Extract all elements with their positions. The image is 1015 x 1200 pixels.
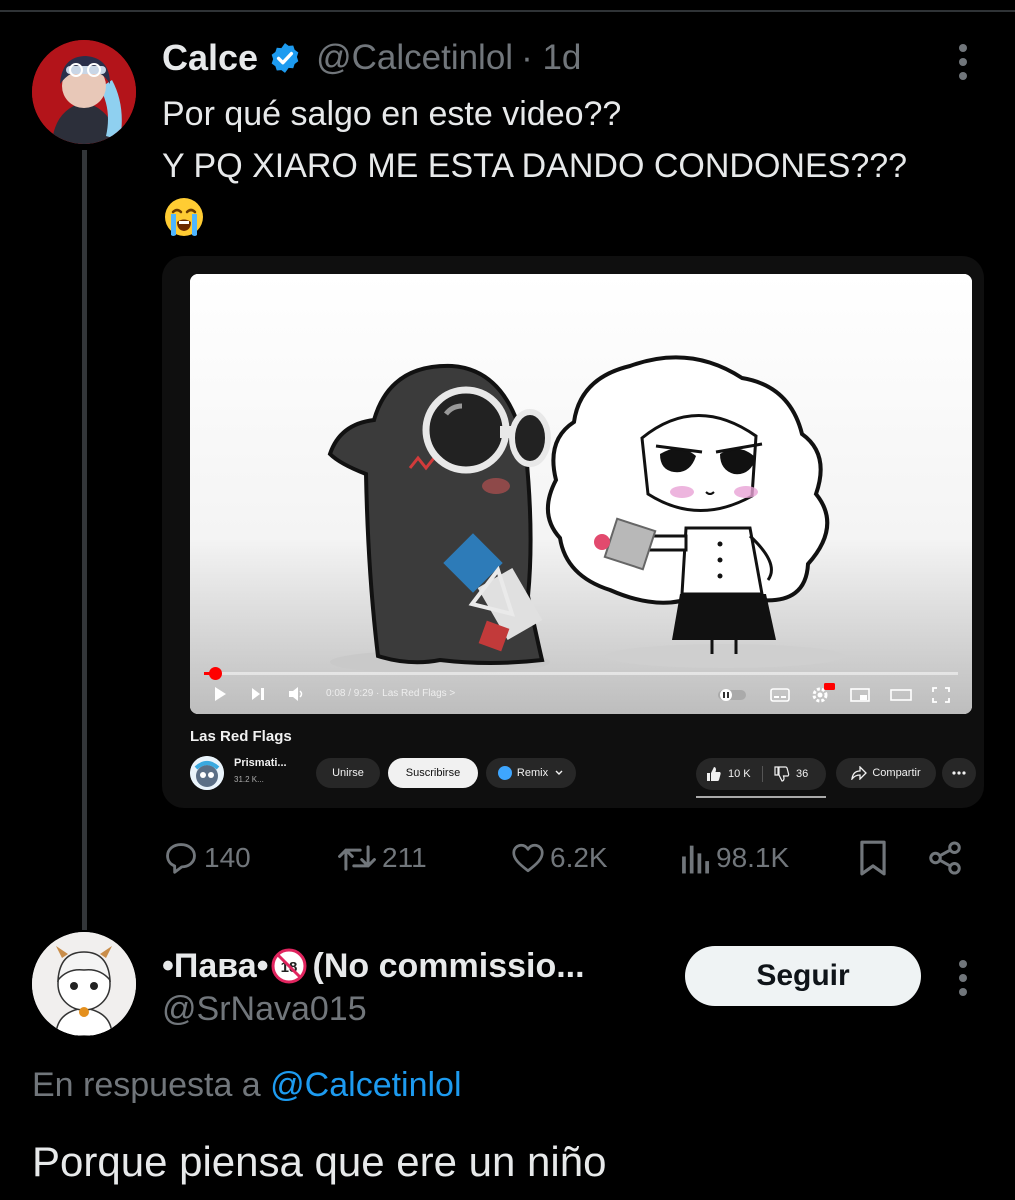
video-chapter-link[interactable]: · Las Red Flags > — [376, 688, 455, 699]
video-progress-bar[interactable] — [204, 667, 958, 680]
repost-count: 211 — [382, 842, 427, 873]
reply-author-display-name[interactable]: •Пава• 18 (No commissio... — [162, 944, 585, 988]
autoplay-toggle-icon[interactable] — [718, 688, 748, 702]
reply-name-suffix: (No commissio... — [312, 946, 585, 985]
no-under-18-emoji-icon: 18 — [271, 948, 307, 984]
bookmark-icon — [860, 840, 886, 876]
tweet-header: Calce @Calcetinlol · 1d — [162, 36, 581, 80]
tweet-text: Por qué salgo en este video?? Y PQ XIARO… — [162, 88, 907, 192]
thumbs-down-icon — [774, 766, 790, 782]
share-button[interactable]: Compartir — [836, 758, 936, 788]
video-time: 0:08 / 9:29 — [326, 688, 374, 699]
tweet-line-2: Y PQ XIARO ME ESTA DANDO CONDONES??? — [162, 147, 908, 185]
thread-connector-line — [82, 150, 87, 930]
chevron-down-icon — [555, 770, 563, 775]
remix-button-label: Remix — [516, 767, 549, 779]
embedded-video-card[interactable]: 0:08 / 9:29 · Las Red Flags > Las Red Fl… — [162, 256, 984, 808]
reply-author-avatar[interactable] — [32, 932, 136, 1036]
reply-more-options-icon[interactable] — [948, 960, 978, 996]
remix-icon — [497, 766, 512, 780]
dislike-count: 36 — [796, 768, 809, 780]
heart-icon — [512, 843, 544, 873]
video-player[interactable]: 0:08 / 9:29 · Las Red Flags > — [190, 274, 972, 714]
channel-avatar[interactable] — [190, 756, 224, 790]
reply-name-prefix: •Пава• — [162, 946, 269, 985]
video-controls: 0:08 / 9:29 · Las Red Flags > — [190, 652, 972, 714]
view-count: 98.1K — [716, 842, 790, 873]
repost-action[interactable]: 211 — [336, 835, 427, 881]
miniplayer-icon[interactable] — [850, 687, 870, 703]
fullscreen-icon[interactable] — [932, 687, 950, 703]
author-avatar[interactable] — [32, 40, 136, 144]
video-title[interactable]: Las Red Flags — [190, 728, 292, 745]
like-button[interactable]: 10 K — [706, 766, 751, 782]
theater-mode-icon[interactable] — [890, 687, 912, 703]
like-count: 10 K — [728, 768, 751, 780]
subtitles-icon[interactable] — [770, 687, 790, 703]
video-time-display: 0:08 / 9:29 · Las Red Flags > — [326, 688, 455, 699]
video-scrubber-handle[interactable] — [209, 667, 223, 680]
more-horizontal-icon — [952, 771, 966, 775]
like-action[interactable]: 6.2K — [510, 835, 608, 881]
tweet-line-1: Por qué salgo en este video?? — [162, 95, 622, 133]
next-video-icon[interactable] — [250, 686, 266, 702]
author-display-name[interactable]: Calce — [162, 37, 258, 79]
author-handle[interactable]: @Calcetinlol — [316, 38, 513, 78]
verified-badge-icon — [271, 43, 299, 73]
like-dislike-group: 10 K 36 — [696, 758, 826, 790]
play-icon[interactable] — [212, 686, 228, 702]
remix-button[interactable]: Remix — [486, 758, 576, 788]
settings-gear-icon[interactable] — [810, 682, 836, 704]
like-divider — [762, 766, 763, 782]
share-arrow-icon — [851, 766, 868, 780]
reply-author-handle[interactable]: @SrNava015 — [162, 990, 367, 1029]
views-action[interactable]: 98.1K — [680, 835, 789, 881]
channel-name[interactable]: Prismati... — [234, 757, 287, 769]
analytics-bars-icon — [682, 845, 709, 874]
like-count-tweet: 6.2K — [550, 842, 608, 873]
join-button-label: Unirse — [332, 767, 364, 779]
reply-text: Porque piensa que ere un niño — [32, 1138, 607, 1185]
tweet-timestamp[interactable]: · 1d — [521, 38, 581, 78]
top-divider — [0, 10, 1015, 12]
reply-action[interactable]: 140 — [162, 835, 251, 881]
more-options-icon[interactable] — [948, 44, 978, 80]
thumbs-up-icon — [707, 767, 721, 781]
channel-subscribers: 31.2 K... — [234, 775, 264, 784]
share-nodes-icon — [929, 841, 961, 875]
replying-to-line: En respuesta a @Calcetinlol — [32, 1066, 462, 1105]
reply-count: 140 — [204, 842, 251, 873]
share-action[interactable] — [926, 835, 968, 881]
replying-to-prefix: En respuesta a — [32, 1066, 261, 1104]
like-bar-underline — [696, 796, 826, 798]
join-button[interactable]: Unirse — [316, 758, 380, 788]
repost-icon — [338, 845, 376, 871]
replying-to-mention[interactable]: @Calcetinlol — [270, 1066, 461, 1104]
dislike-button[interactable]: 36 — [774, 766, 808, 782]
volume-icon[interactable] — [288, 686, 306, 702]
subscribe-button-label: Suscribirse — [405, 767, 461, 779]
video-frame-illustration — [190, 274, 972, 714]
loudly-crying-face-emoji-icon — [165, 198, 203, 236]
reply-icon — [166, 843, 196, 874]
bookmark-action[interactable] — [856, 835, 894, 881]
share-button-label: Compartir — [872, 767, 921, 779]
subscribe-button[interactable]: Suscribirse — [388, 758, 478, 788]
follow-button[interactable]: Seguir — [685, 946, 921, 1006]
video-more-button[interactable] — [942, 758, 976, 788]
